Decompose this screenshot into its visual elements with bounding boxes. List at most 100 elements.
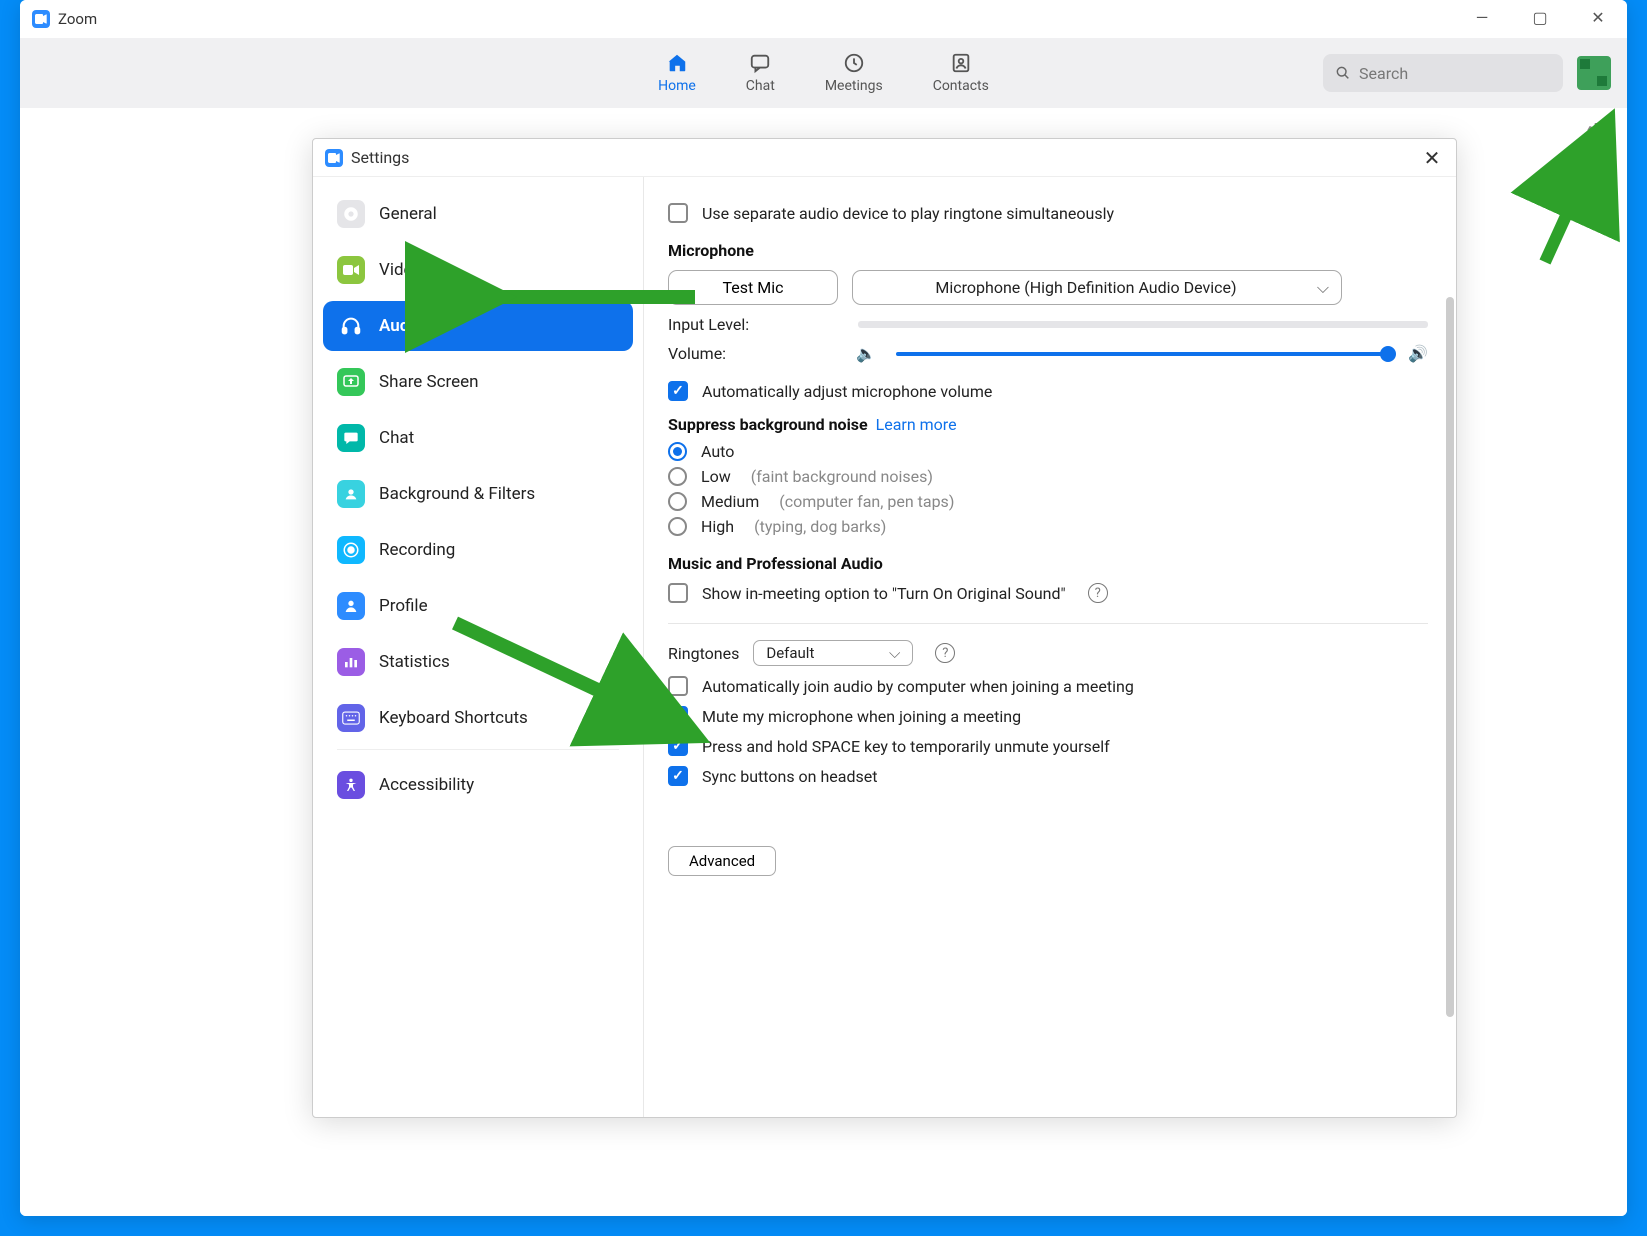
close-button[interactable]: ✕ — [1569, 0, 1627, 34]
nav-accessibility[interactable]: Accessibility — [323, 760, 633, 810]
chk-separate-ringtone[interactable] — [668, 203, 688, 223]
minimize-button[interactable]: — — [1453, 0, 1511, 34]
label: Ringtones — [668, 644, 739, 663]
tab-bar: Home Chat Meetings Contacts — [20, 38, 1627, 108]
divider — [668, 623, 1428, 624]
zoom-icon — [32, 10, 50, 28]
nav-recording[interactable]: Recording — [323, 525, 633, 575]
zoom-icon — [325, 149, 343, 167]
scrollbar[interactable] — [1446, 297, 1454, 1017]
volume-slider[interactable] — [896, 352, 1388, 356]
label: Input Level: — [668, 315, 756, 334]
label: High — [701, 517, 734, 536]
label: Auto — [701, 442, 734, 461]
settings-close-button[interactable]: ✕ — [1420, 146, 1444, 170]
chat-icon — [749, 52, 771, 74]
label: Automatically join audio by computer whe… — [702, 677, 1134, 696]
profile-icon — [337, 592, 365, 620]
share-screen-icon — [337, 368, 365, 396]
settings-content[interactable]: Use separate audio device to play ringto… — [643, 177, 1456, 1117]
nav-audio[interactable]: Audio — [323, 301, 633, 351]
ringtone-select[interactable]: Default⌵ — [753, 640, 913, 666]
hint: (computer fan, pen taps) — [779, 492, 954, 511]
chat-icon — [337, 424, 365, 452]
nav-keyboard-shortcuts[interactable]: Keyboard Shortcuts — [323, 693, 633, 743]
nav-background-filters[interactable]: Background & Filters — [323, 469, 633, 519]
nav-share-screen[interactable]: Share Screen — [323, 357, 633, 407]
nav-video[interactable]: Video — [323, 245, 633, 295]
input-level-meter — [858, 321, 1428, 328]
chevron-down-icon: ⌵ — [889, 644, 900, 662]
body-area: Settings ✕ General Video Audio Share Scr… — [20, 108, 1627, 1216]
settings-title: Settings — [351, 148, 409, 167]
label: Use separate audio device to play ringto… — [702, 204, 1114, 223]
statistics-icon — [337, 648, 365, 676]
contacts-icon — [950, 52, 972, 74]
nav-statistics[interactable]: Statistics — [323, 637, 633, 687]
video-icon — [337, 256, 365, 284]
rad-auto[interactable] — [668, 442, 687, 461]
tab-contacts[interactable]: Contacts — [933, 52, 989, 94]
chk-auto-adjust[interactable] — [668, 381, 688, 401]
help-icon[interactable]: ? — [935, 643, 955, 663]
nav-profile[interactable]: Profile — [323, 581, 633, 631]
nav-general[interactable]: General — [323, 189, 633, 239]
tab-meetings[interactable]: Meetings — [825, 52, 883, 94]
maximize-button[interactable]: ▢ — [1511, 0, 1569, 34]
section-music: Music and Professional Audio — [668, 554, 1428, 573]
speaker-high-icon: 🔊 — [1408, 344, 1428, 363]
rad-high[interactable] — [668, 517, 687, 536]
rad-medium[interactable] — [668, 492, 687, 511]
speaker-low-icon: 🔈 — [856, 344, 876, 363]
label: Sync buttons on headset — [702, 767, 877, 786]
window-title: Zoom — [58, 10, 97, 28]
settings-header: Settings ✕ — [313, 139, 1456, 177]
test-mic-button[interactable]: Test Mic — [668, 270, 838, 305]
chk-space-unmute[interactable] — [668, 736, 688, 756]
label: Medium — [701, 492, 759, 511]
mic-device-select[interactable]: Microphone (High Definition Audio Device… — [852, 270, 1342, 305]
background-icon — [337, 480, 365, 508]
tab-label: Meetings — [825, 78, 883, 94]
search-icon — [1335, 64, 1351, 82]
window-buttons: — ▢ ✕ — [1453, 0, 1627, 34]
label: Automatically adjust microphone volume — [702, 382, 992, 401]
headphones-icon — [337, 312, 365, 340]
hint: (faint background noises) — [751, 467, 933, 486]
section-suppress: Suppress background noise — [668, 415, 868, 434]
nav-chat[interactable]: Chat — [323, 413, 633, 463]
record-icon — [337, 536, 365, 564]
rad-low[interactable] — [668, 467, 687, 486]
help-icon[interactable]: ? — [1088, 583, 1108, 603]
keyboard-icon — [337, 704, 365, 732]
label: Show in-meeting option to "Turn On Origi… — [702, 584, 1066, 603]
advanced-button[interactable]: Advanced — [668, 846, 776, 876]
label: Volume: — [668, 344, 844, 363]
chk-sync-headset[interactable] — [668, 766, 688, 786]
settings-nav: General Video Audio Share Screen Chat Ba… — [313, 177, 643, 1117]
tab-label: Chat — [746, 78, 775, 94]
tab-home[interactable]: Home — [658, 52, 696, 94]
gear-icon[interactable] — [1585, 120, 1609, 144]
section-microphone: Microphone — [668, 241, 1428, 260]
learn-more-link[interactable]: Learn more — [876, 415, 957, 434]
tab-label: Contacts — [933, 78, 989, 94]
search-box[interactable] — [1323, 54, 1563, 92]
clock-icon — [843, 52, 865, 74]
chevron-down-icon: ⌵ — [1317, 278, 1329, 298]
gear-icon — [337, 200, 365, 228]
chk-original-sound[interactable] — [668, 583, 688, 603]
avatar[interactable] — [1577, 56, 1611, 90]
chk-mute-on-join[interactable] — [668, 706, 688, 726]
label: Mute my microphone when joining a meetin… — [702, 707, 1021, 726]
label: Press and hold SPACE key to temporarily … — [702, 737, 1110, 756]
search-input[interactable] — [1359, 64, 1551, 83]
chk-auto-join[interactable] — [668, 676, 688, 696]
app-window: Zoom — ▢ ✕ Home Chat Meetings Contacts — [20, 0, 1627, 1216]
title-bar: Zoom — ▢ ✕ — [20, 0, 1627, 38]
settings-dialog: Settings ✕ General Video Audio Share Scr… — [312, 138, 1457, 1118]
home-icon — [666, 52, 688, 74]
hint: (typing, dog barks) — [754, 517, 886, 536]
tab-chat[interactable]: Chat — [746, 52, 775, 94]
nav-separator — [337, 749, 619, 750]
